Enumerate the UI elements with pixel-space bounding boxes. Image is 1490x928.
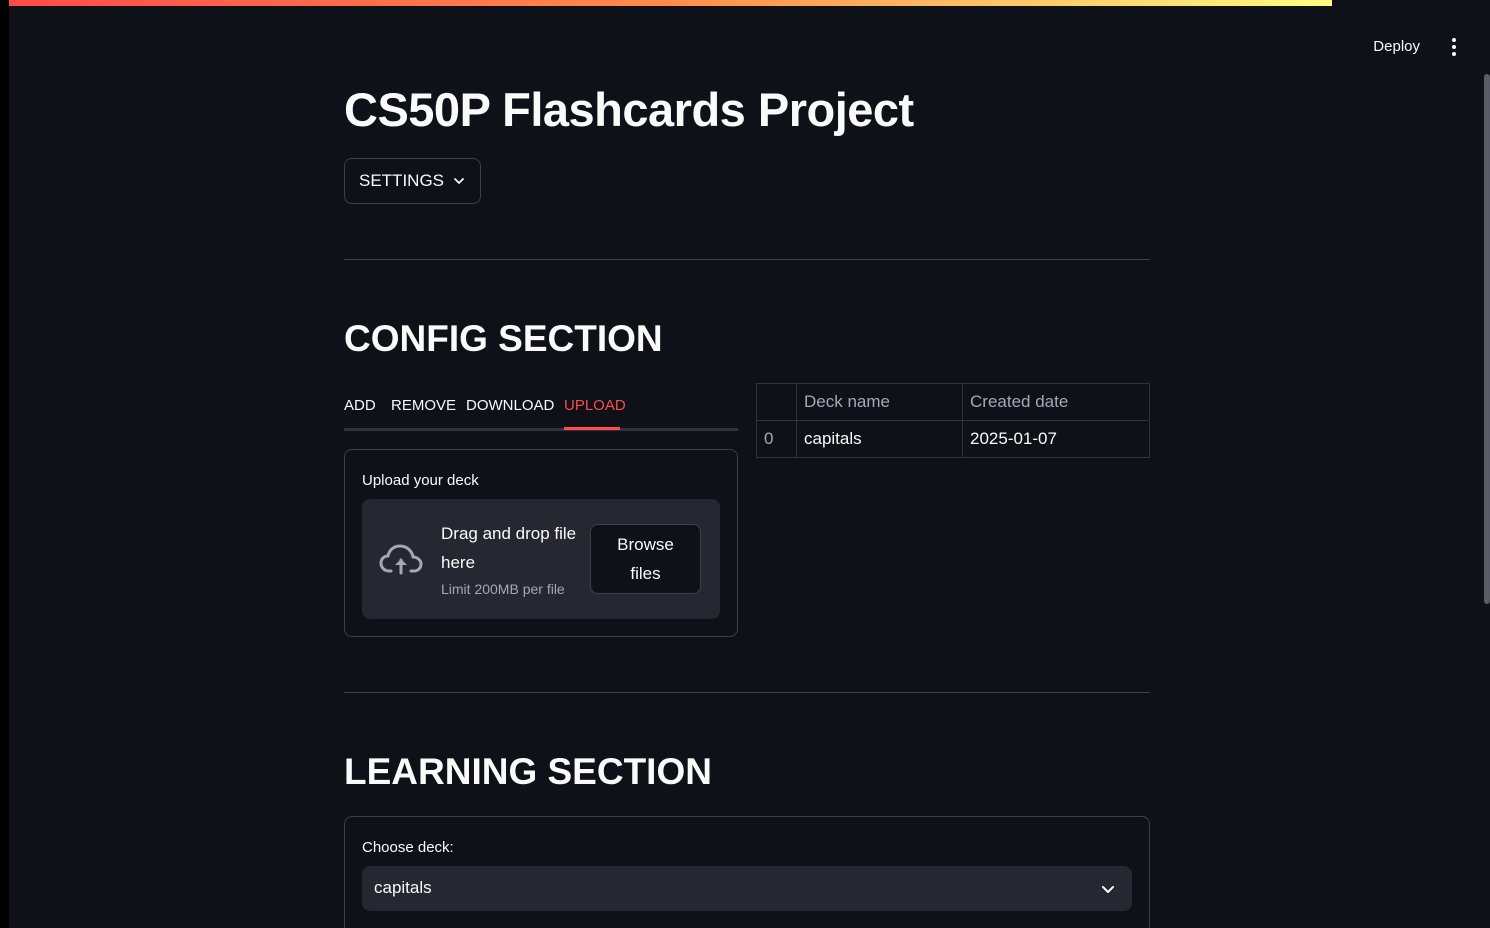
learning-section-title: LEARNING SECTION <box>344 751 712 792</box>
dropzone-instructions: Drag and drop file here <box>441 524 577 572</box>
browse-files-label: Browse files <box>617 535 674 583</box>
active-tab-indicator <box>564 427 620 430</box>
more-vertical-icon[interactable] <box>1446 35 1462 59</box>
browse-files-button[interactable]: Browse files <box>590 524 701 594</box>
deck-select-value: capitals <box>374 878 432 897</box>
table-header-created-date: Created date <box>962 383 1150 421</box>
table-cell-created-date[interactable]: 2025-01-07 <box>962 420 1150 458</box>
tab-download[interactable]: DOWNLOAD <box>466 397 554 414</box>
kebab-dot <box>1452 37 1456 42</box>
header-decoration-end <box>1332 0 1490 6</box>
deploy-button[interactable]: Deploy <box>1369 32 1424 61</box>
table-cell-deck-name[interactable]: capitals <box>796 420 963 458</box>
cloud-upload-icon <box>379 544 423 575</box>
page-title: CS50P Flashcards Project <box>344 83 914 136</box>
upload-label: Upload your deck <box>362 472 479 489</box>
config-section-title: CONFIG SECTION <box>344 318 663 359</box>
tab-upload[interactable]: UPLOAD <box>564 397 626 414</box>
chevron-down-icon <box>1102 886 1114 893</box>
config-tabs: ADD REMOVE DOWNLOAD UPLOAD <box>344 388 738 431</box>
table-cell-index: 0 <box>756 420 797 458</box>
table-row: 0 capitals 2025-01-07 <box>756 420 1150 458</box>
toolbar: Deploy <box>1369 32 1462 61</box>
chevron-down-icon <box>454 178 464 184</box>
header-decoration-bar <box>9 0 1332 6</box>
page-scrollbar[interactable] <box>1484 74 1490 604</box>
tab-remove[interactable]: REMOVE <box>391 397 456 414</box>
file-dropzone[interactable]: Drag and drop file here Limit 200MB per … <box>362 499 720 619</box>
divider <box>344 259 1150 260</box>
table-header-row: Deck name Created date <box>756 383 1150 421</box>
upload-container: Upload your deck Drag and drop file here… <box>344 449 738 637</box>
settings-expander-button[interactable]: SETTINGS <box>344 158 482 204</box>
kebab-dot <box>1452 51 1456 56</box>
choose-deck-label: Choose deck: <box>362 839 454 856</box>
kebab-dot <box>1452 44 1456 49</box>
deck-table: Deck name Created date 0 capitals 2025-0… <box>756 383 1150 458</box>
table-header-index <box>756 383 797 421</box>
tab-add[interactable]: ADD <box>344 397 376 414</box>
divider <box>344 692 1150 693</box>
choose-deck-container: Choose deck: capitals <box>344 816 1150 928</box>
settings-label: SETTINGS <box>359 171 445 190</box>
dropzone-limit: Limit 200MB per file <box>441 581 565 597</box>
deck-select[interactable]: capitals <box>362 866 1132 911</box>
table-header-deck-name: Deck name <box>796 383 963 421</box>
app-root: Deploy CS50P Flashcards Project SETTINGS… <box>9 0 1490 928</box>
